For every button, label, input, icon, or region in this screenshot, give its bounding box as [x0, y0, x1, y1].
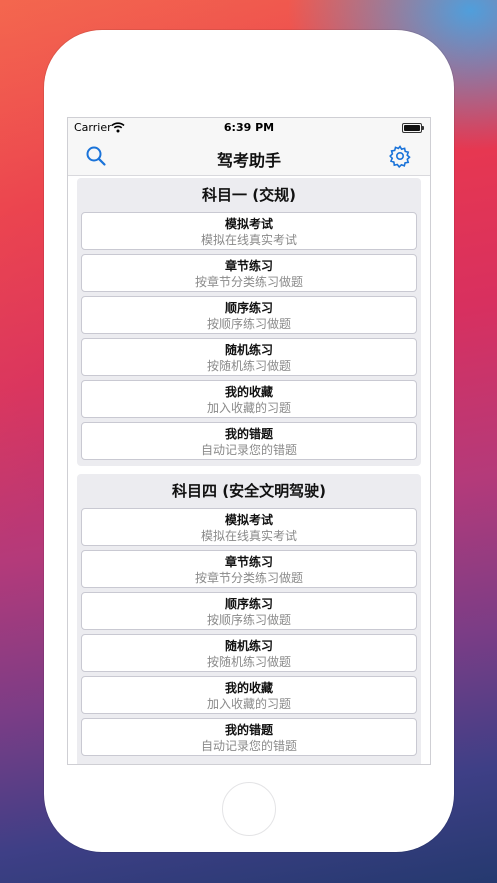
section-title: 科目四 (安全文明驾驶): [172, 482, 326, 500]
item-random-practice[interactable]: 随机练习 按随机练习做题: [81, 634, 417, 672]
item-random-practice[interactable]: 随机练习 按随机练习做题: [81, 338, 417, 376]
item-mock-exam[interactable]: 模拟考试 模拟在线真实考试: [81, 508, 417, 546]
status-bar: Carrier 6:39 PM: [68, 118, 430, 138]
item-wrong-answers[interactable]: 我的错题 自动记录您的错题: [81, 422, 417, 460]
item-subtitle: 按顺序练习做题: [206, 613, 291, 627]
navigation-bar: 驾考助手: [68, 138, 430, 176]
page-title: 驾考助手: [216, 151, 281, 170]
item-sequential-practice[interactable]: 顺序练习 按顺序练习做题: [81, 296, 417, 334]
item-title: 章节练习: [224, 555, 273, 569]
status-time: 6:39 PM: [223, 121, 275, 134]
item-title: 模拟考试: [224, 217, 273, 231]
item-title: 模拟考试: [224, 513, 273, 527]
item-title: 章节练习: [224, 259, 273, 273]
item-subtitle: 按随机练习做题: [206, 359, 291, 373]
item-subtitle: 按章节分类练习做题: [194, 275, 303, 289]
app-screen: Carrier 6:39 PM 驾考助手 科目一 (交规) 模拟考试 模拟在线真…: [67, 117, 431, 765]
item-subtitle: 模拟在线真实考试: [200, 233, 297, 247]
item-favorites[interactable]: 我的收藏 加入收藏的习题: [81, 380, 417, 418]
section-subject-one: 科目一 (交规) 模拟考试 模拟在线真实考试 章节练习 按章节分类练习做题 顺序…: [77, 178, 421, 466]
item-subtitle: 自动记录您的错题: [200, 739, 297, 753]
item-subtitle: 按顺序练习做题: [206, 317, 291, 331]
item-chapter-practice[interactable]: 章节练习 按章节分类练习做题: [81, 254, 417, 292]
item-subtitle: 模拟在线真实考试: [200, 529, 297, 543]
item-mock-exam[interactable]: 模拟考试 模拟在线真实考试: [81, 212, 417, 250]
item-title: 我的错题: [224, 427, 273, 441]
item-subtitle: 自动记录您的错题: [200, 443, 297, 457]
home-button[interactable]: [222, 782, 276, 836]
item-title: 我的收藏: [224, 681, 273, 695]
item-subtitle: 加入收藏的习题: [206, 401, 291, 415]
item-title: 顺序练习: [224, 597, 273, 611]
item-title: 随机练习: [224, 639, 273, 653]
item-title: 我的错题: [224, 723, 273, 737]
item-title: 我的收藏: [224, 385, 273, 399]
section-subject-four: 科目四 (安全文明驾驶) 模拟考试 模拟在线真实考试 章节练习 按章节分类练习做…: [77, 474, 421, 764]
item-favorites[interactable]: 我的收藏 加入收藏的习题: [81, 676, 417, 714]
battery-icon: [402, 123, 424, 133]
item-chapter-practice[interactable]: 章节练习 按章节分类练习做题: [81, 550, 417, 588]
section-title: 科目一 (交规): [202, 186, 296, 204]
item-title: 顺序练习: [224, 301, 273, 315]
item-subtitle: 加入收藏的习题: [206, 697, 291, 711]
gear-icon[interactable]: [388, 144, 412, 168]
item-subtitle: 按随机练习做题: [206, 655, 291, 669]
content-list: 科目一 (交规) 模拟考试 模拟在线真实考试 章节练习 按章节分类练习做题 顺序…: [68, 176, 430, 764]
item-wrong-answers[interactable]: 我的错题 自动记录您的错题: [81, 718, 417, 756]
item-sequential-practice[interactable]: 顺序练习 按顺序练习做题: [81, 592, 417, 630]
item-title: 随机练习: [224, 343, 273, 357]
item-subtitle: 按章节分类练习做题: [194, 571, 303, 585]
